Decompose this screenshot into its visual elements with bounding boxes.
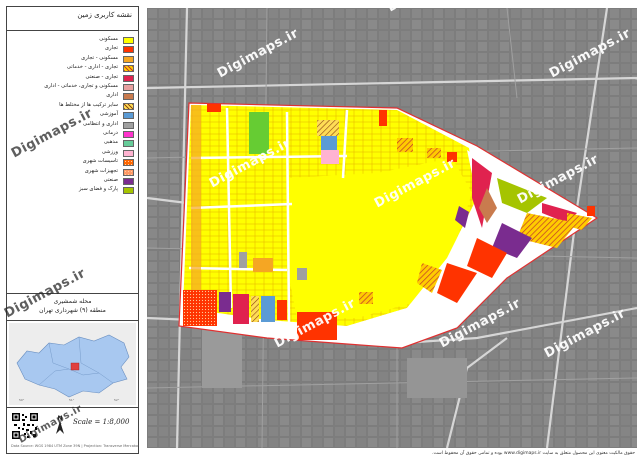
legend-swatch [123,121,134,129]
legend-swatch [123,65,134,73]
legend-swatch [123,112,134,120]
legend-label: تجاری - اداری - خدماتی [66,64,118,71]
inset-map: 50° 51° 52° [9,323,136,405]
legend-panel: نقشه کاربری زمین مسکونی تجاری مسکونی - تجا… [6,6,139,454]
legend-swatch [123,178,134,185]
legend-item: مسکونی و تجاری، خدماتی - اداری [11,83,136,92]
legend-item: صنعتی [11,177,136,186]
legend-swatch [123,55,134,63]
legend-swatch [123,187,134,195]
legend-swatch [123,93,134,101]
legend-label: آموزشی [99,111,118,118]
svg-text:50°: 50° [19,398,25,402]
legend-label: مذهبی [103,139,118,146]
legend-label: مسکونی [99,36,118,42]
inset-district-marker [70,362,80,371]
legend-swatch [123,149,134,157]
legend-item: تجهیزات شهری [11,167,136,177]
legend-swatch [123,102,134,110]
svg-text:51°: 51° [69,398,75,402]
map-credits: Data Source: WGS 1984 UTM Zone 39N | Pro… [11,444,139,448]
legend-label: تجاری - صنعتی [85,73,118,80]
copyright-footer: حقوق مالکیت معنوی این محصول متعلق به سای… [432,451,635,456]
legend-item: تجاری - صنعتی [11,73,136,83]
legend-swatch [123,168,134,176]
legend-label: مسکونی و تجاری، خدماتی - اداری [44,83,118,89]
legend-swatch [123,140,134,148]
legend-label: پارک و فضای سبز [78,186,118,193]
svg-text:52°: 52° [114,398,120,402]
legend-swatch [123,159,134,167]
legend-item: تجاری [11,45,136,54]
legend-swatch [123,84,134,91]
legend-item: پارک و فضای سبز [11,186,136,195]
legend-label: تجاری [105,45,118,52]
legend-item: مسکونی - تجاری [11,54,136,64]
legend-item: اداری [11,92,136,101]
legend-label: اداری [106,92,118,99]
legend-list: مسکونی تجاری مسکونی - تجاری تجاری - اداری -… [7,33,138,293]
legend-title: نقشه کاربری زمین [7,7,138,31]
map-scale: Scale = 1:8,000 [73,418,130,426]
legend-label: تاسیسات شهری [82,158,118,165]
legend-label: درمانی [103,130,118,136]
legend-swatch [123,46,134,54]
land-use-map[interactable]: Digimaps.ir Digimaps.ir Digimaps.ir Digi… [2,0,638,449]
legend-label: ورزشی [101,148,118,155]
legend-item: مسکونی [11,36,136,45]
legend-item: تاسیسات شهری [11,158,136,167]
legend-label: مسکونی - تجاری [81,54,118,61]
legend-label: تجهیزات شهری [84,167,118,174]
legend-item: تجاری - اداری - خدماتی [11,64,136,73]
legend-swatch [123,37,134,44]
legend-swatch [123,131,134,138]
legend-swatch [123,74,134,82]
legend-label: صنعتی [103,177,118,183]
legend-item: سایر ترکیب ها از مختلط ها [11,102,136,111]
bottom-commercial-block [183,290,217,326]
